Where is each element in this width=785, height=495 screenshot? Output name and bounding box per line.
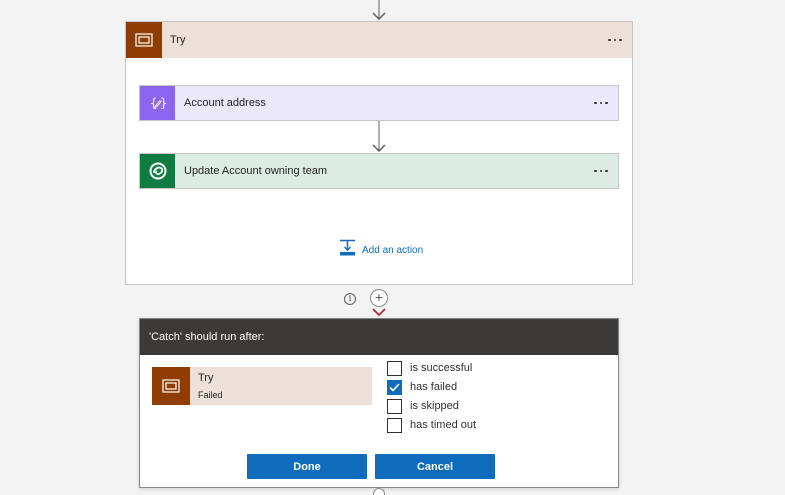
- svg-text:}: }: [160, 96, 167, 110]
- connector-handle-bottom: [373, 488, 385, 495]
- option-label: has timed out: [410, 419, 477, 431]
- option-is-skipped[interactable]: is skipped: [387, 397, 459, 415]
- more-icon: [608, 38, 622, 42]
- add-an-action-link[interactable]: Add an action: [339, 239, 424, 262]
- option-label: has failed: [410, 381, 458, 393]
- action-card-account-address[interactable]: {} Account address: [139, 85, 619, 121]
- done-button[interactable]: Done: [247, 454, 367, 479]
- scope-more-button[interactable]: [602, 22, 628, 58]
- option-is-successful[interactable]: is successful: [387, 359, 472, 377]
- more-icon: [594, 169, 608, 173]
- predecessor-name: Try: [198, 372, 214, 384]
- more-icon: [594, 101, 608, 105]
- checkbox-unchecked[interactable]: [387, 417, 402, 433]
- compose-icon: {}: [140, 86, 175, 120]
- insert-step-button[interactable]: +: [370, 289, 388, 307]
- checkbox-unchecked[interactable]: [387, 360, 402, 376]
- info-icon[interactable]: i: [344, 293, 356, 305]
- connector-arrow-top: [372, 0, 386, 21]
- option-label: is skipped: [410, 400, 459, 412]
- svg-text:{: {: [150, 96, 157, 110]
- connector-arrow-actions: [372, 121, 386, 153]
- scope-icon: [152, 367, 190, 405]
- scope-title: Try: [170, 34, 186, 46]
- scope-icon: [126, 22, 162, 58]
- option-label: is successful: [410, 362, 473, 374]
- action-card-update-account-owning-team[interactable]: Update Account owning team: [139, 153, 619, 189]
- predecessor-card: Try Failed: [152, 367, 372, 405]
- checkbox-checked[interactable]: [387, 379, 402, 395]
- dataverse-icon: [140, 154, 175, 188]
- run-after-chevron-icon: [372, 308, 386, 317]
- cancel-button[interactable]: Cancel: [375, 454, 495, 479]
- add-action-icon: [339, 239, 356, 262]
- action-more-button[interactable]: [588, 154, 614, 188]
- dialog-title: 'Catch' should run after:: [140, 319, 618, 355]
- action-more-button[interactable]: [588, 86, 614, 120]
- run-after-dialog: 'Catch' should run after: Try Failed is …: [139, 318, 619, 488]
- predecessor-status: Failed: [198, 390, 223, 400]
- checkbox-unchecked[interactable]: [387, 398, 402, 414]
- add-action-label: Add an action: [362, 244, 424, 256]
- checkmark-icon: [389, 382, 400, 392]
- option-has-failed[interactable]: has failed: [387, 378, 457, 396]
- action-title: Account address: [184, 97, 266, 109]
- action-title: Update Account owning team: [184, 165, 328, 177]
- option-has-timed-out[interactable]: has timed out: [387, 416, 476, 434]
- scope-header[interactable]: Try: [126, 22, 632, 58]
